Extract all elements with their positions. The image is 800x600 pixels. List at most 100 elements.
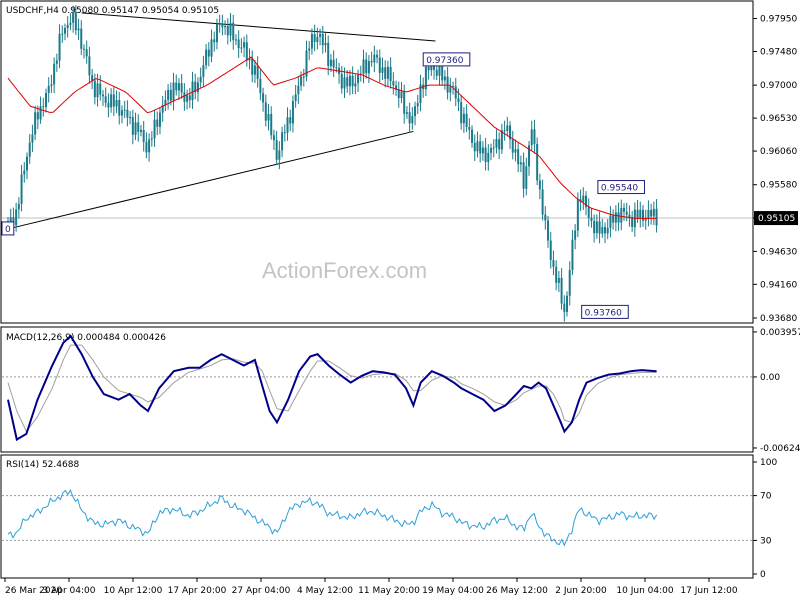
- candle-body: [609, 215, 612, 228]
- candle-body: [110, 94, 113, 108]
- chart-figure: ActionForex.com USDCHF,H4 0.95080 0.9514…: [0, 0, 800, 600]
- candle-body: [544, 214, 547, 221]
- candle-body: [571, 239, 574, 271]
- candle-body: [17, 203, 20, 210]
- candle-body: [196, 82, 199, 93]
- candle-body: [156, 119, 159, 127]
- candle-body: [598, 221, 601, 234]
- candle-body: [91, 75, 94, 81]
- candle-body: [414, 106, 417, 117]
- candle-body: [175, 82, 178, 91]
- candle-body: [202, 65, 205, 77]
- candle-body: [498, 139, 501, 150]
- candle-body: [595, 221, 598, 234]
- candle-body: [511, 139, 514, 153]
- candle-body: [340, 73, 343, 89]
- candle-body: [123, 109, 126, 111]
- macd-y-tick-label: 0.003957: [760, 328, 800, 338]
- candle-body: [23, 170, 26, 175]
- candle-body: [460, 102, 463, 124]
- candle-body: [446, 76, 449, 93]
- candle-body: [80, 28, 83, 49]
- candle-body: [251, 58, 254, 75]
- rsi-panel-title: RSI(14) 52.4688: [6, 460, 79, 470]
- candle-body: [655, 208, 658, 226]
- candle-body: [199, 76, 202, 83]
- candle-body: [582, 195, 585, 203]
- candle-body: [376, 54, 379, 58]
- candle-body: [28, 142, 31, 157]
- candle-body: [69, 22, 72, 25]
- candle-body: [66, 24, 69, 29]
- candle-body: [207, 49, 210, 57]
- candle-body: [129, 117, 132, 119]
- price-y-tick-label: 0.94160: [760, 280, 797, 290]
- candle-body: [88, 56, 91, 76]
- candle-body: [490, 148, 493, 153]
- candle-body: [408, 112, 411, 124]
- candle-body: [327, 42, 330, 66]
- candle-body: [150, 138, 153, 140]
- candle-body: [354, 83, 357, 87]
- candle-body: [210, 39, 213, 57]
- candle-body: [449, 86, 452, 93]
- candle-body: [215, 23, 218, 43]
- candle-body: [259, 78, 262, 94]
- candle-body: [308, 48, 311, 51]
- candle-body: [411, 116, 414, 124]
- candle-body: [267, 113, 270, 121]
- candle-body: [471, 129, 474, 143]
- candle-body: [93, 80, 96, 98]
- candle-body: [153, 119, 156, 139]
- candle-body: [416, 103, 419, 107]
- candle-body: [465, 113, 468, 128]
- candle-body: [82, 48, 85, 50]
- candle-body: [297, 85, 300, 95]
- candle-body: [226, 25, 229, 36]
- candle-body: [324, 42, 327, 46]
- rsi-y-tick-label: 70: [760, 492, 772, 502]
- candle-body: [435, 69, 438, 76]
- x-axis-tick-label: 17 Apr 20:00: [168, 586, 227, 596]
- candle-body: [183, 92, 186, 102]
- candle-body: [362, 59, 365, 74]
- candle-body: [316, 36, 319, 43]
- candle-body: [604, 227, 607, 234]
- candle-body: [346, 77, 349, 87]
- candle-body: [118, 100, 121, 116]
- price-y-tick-label: 0.95580: [760, 181, 797, 191]
- candle-body: [63, 28, 66, 34]
- candle-body: [20, 174, 23, 204]
- candle-body: [15, 209, 18, 226]
- rsi-y-tick-label: 0: [760, 570, 766, 580]
- candle-body: [587, 207, 590, 218]
- candle-body: [139, 129, 142, 132]
- candle-body: [289, 117, 292, 124]
- candle-body: [180, 83, 183, 93]
- candle-body: [291, 101, 294, 124]
- candle-body: [530, 129, 533, 146]
- candle-body: [566, 295, 569, 312]
- candle-body: [552, 260, 555, 267]
- candle-body: [74, 12, 77, 31]
- candle-body: [229, 22, 232, 36]
- candle-body: [443, 76, 446, 81]
- candle-body: [403, 91, 406, 114]
- candle-body: [503, 130, 506, 132]
- candle-body: [36, 112, 39, 120]
- price-annotation-label: 0.97360: [426, 56, 463, 66]
- candle-body: [454, 86, 457, 99]
- candle-body: [381, 67, 384, 73]
- candle-body: [541, 189, 544, 215]
- candle-body: [373, 54, 376, 63]
- candle-body: [547, 220, 550, 241]
- candle-body: [522, 162, 525, 189]
- candle-body: [473, 142, 476, 152]
- candle-body: [574, 230, 577, 240]
- candle-body: [313, 34, 316, 43]
- candle-body: [487, 152, 490, 163]
- candle-body: [245, 42, 248, 61]
- candle-body: [142, 129, 145, 142]
- candle-body: [386, 66, 389, 79]
- candle-body: [389, 66, 392, 82]
